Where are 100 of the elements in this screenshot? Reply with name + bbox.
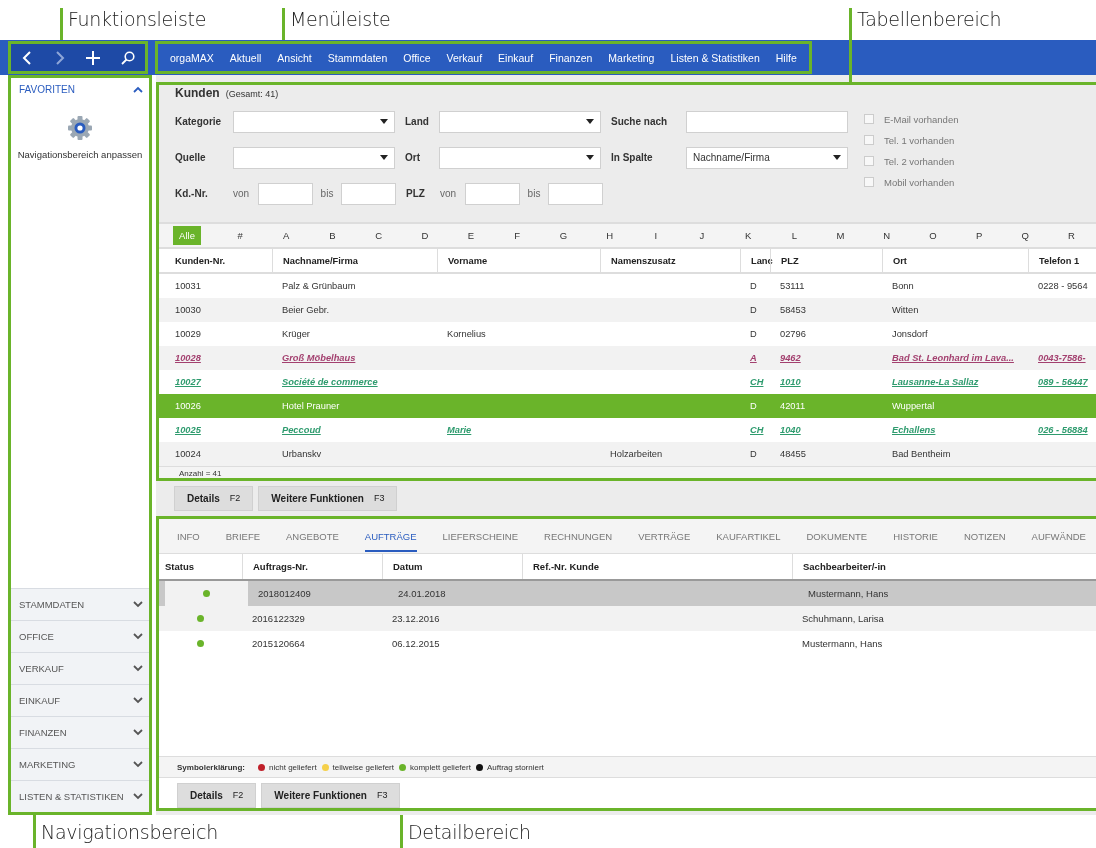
checkbox[interactable] <box>864 156 874 167</box>
sidebar-section-header[interactable]: MARKETING <box>11 748 149 780</box>
input-field[interactable] <box>258 182 313 205</box>
menu-item[interactable]: Verkauf <box>438 51 491 64</box>
column-header[interactable]: Nachname/Firma <box>272 249 437 272</box>
menu-item[interactable]: Ansicht <box>269 51 320 64</box>
letter-filter-tab[interactable]: D <box>401 230 448 242</box>
table-cell: 06.12.2015 <box>392 638 440 649</box>
row-count: Anzahl = 41 <box>159 466 1096 478</box>
menu-item[interactable]: Marketing <box>600 51 663 64</box>
letter-filter-tab[interactable]: Q <box>1002 230 1049 242</box>
letter-filter-tab[interactable]: A <box>263 230 310 242</box>
column-header[interactable]: Ref.-Nr. Kunde <box>522 554 792 579</box>
table-row[interactable]: 10029 Krüger Kornelius D 02796 Jonsdorf <box>159 322 1096 346</box>
dropdown-field[interactable] <box>233 110 395 133</box>
letter-filter-tab[interactable]: P <box>956 230 1003 242</box>
sidebar-section-header[interactable]: VERKAUF <box>11 652 149 684</box>
table-row[interactable]: 10027 Société de commerce CH 1010 Lausanne-La Sallaz 089 - 56447 <box>159 370 1096 394</box>
table-row[interactable]: 2018012409 24.01.2018 Mustermann, Hans <box>159 581 1096 606</box>
customize-link[interactable]: Navigationsbereich anpassen <box>17 149 143 160</box>
letter-filter-tab[interactable]: M <box>817 230 864 242</box>
tab[interactable]: KAUFARTIKEL <box>716 520 781 552</box>
column-header[interactable]: Sachbearbeiter/-in <box>792 554 1096 579</box>
tab[interactable]: AUFTRÄGE <box>364 520 417 552</box>
tab[interactable]: BRIEFE <box>225 520 260 552</box>
column-header[interactable]: Vorname <box>437 249 600 272</box>
caret-icon <box>380 155 388 161</box>
menu-item[interactable]: Office <box>395 51 439 64</box>
letter-filter-tab[interactable]: O <box>909 230 956 242</box>
chevron-left-icon <box>21 50 34 65</box>
plus-icon <box>86 50 101 65</box>
letter-filter-tab[interactable]: R <box>1048 230 1095 242</box>
function-button[interactable]: Details F2 <box>174 486 254 511</box>
input-field[interactable] <box>465 182 520 205</box>
tab[interactable]: RECHNUNGEN <box>544 520 613 552</box>
column-header[interactable]: Datum <box>382 554 522 579</box>
sidebar-section-header[interactable]: OFFICE <box>11 620 149 652</box>
letter-filter-tab[interactable]: J <box>678 230 726 242</box>
letter-filter-tab[interactable]: B <box>309 230 356 242</box>
legend-label: komplett geliefert <box>410 762 471 772</box>
menu-item[interactable]: Aktuell <box>221 51 270 64</box>
letter-filter-tab[interactable]: L <box>771 230 818 242</box>
sidebar-section-header[interactable]: EINKAUF <box>11 684 149 716</box>
function-button[interactable]: Weitere Funktionen F3 <box>261 783 401 808</box>
function-button[interactable]: Details F2 <box>177 783 257 808</box>
tab[interactable]: AUFWÄNDE <box>1031 520 1086 552</box>
checkbox[interactable] <box>864 177 874 188</box>
dropdown-field[interactable] <box>439 146 601 169</box>
tab[interactable]: INFO <box>177 520 200 552</box>
letter-filter-tab[interactable]: G <box>540 230 587 242</box>
tab[interactable]: VERTRÄGE <box>638 520 691 552</box>
search-field[interactable] <box>686 110 848 133</box>
tab[interactable]: HISTORIE <box>893 520 938 552</box>
sidebar-section-header[interactable]: FINANZEN <box>11 716 149 748</box>
table-cell: CH <box>750 425 764 435</box>
letter-filter-tab[interactable]: K <box>725 230 772 242</box>
table-row[interactable]: 10028 Groß Möbelhaus A 9462 Bad St. Leonhard im Lava... 0043-7586- <box>159 346 1096 370</box>
column-header[interactable]: Ort <box>882 249 1028 272</box>
dropdown-field[interactable] <box>439 110 601 133</box>
tab[interactable]: DOKUMENTE <box>806 520 868 552</box>
letter-filter-tab[interactable]: N <box>863 230 910 242</box>
checkbox[interactable] <box>864 135 874 146</box>
sidebar-section-header[interactable]: STAMMDATEN <box>11 588 149 620</box>
caret-icon <box>586 155 594 161</box>
column-header[interactable]: Telefon 1 <box>1028 249 1096 272</box>
dropdown-field[interactable] <box>233 146 395 169</box>
function-button[interactable]: Weitere Funktionen F3 <box>258 486 398 511</box>
letter-filter-tab[interactable]: I <box>632 230 679 242</box>
menu-item[interactable]: orgaMAX <box>162 51 222 64</box>
column-header[interactable]: Status <box>159 554 242 579</box>
table-row[interactable]: 10031 Palz & Grünbaum D 53111 Bonn 0228 - 9564 <box>159 274 1096 298</box>
input-field[interactable] <box>341 182 396 205</box>
input-field[interactable] <box>548 182 603 205</box>
letter-filter-tab[interactable]: H <box>586 230 633 242</box>
column-header[interactable]: Auftrags-Nr. <box>242 554 382 579</box>
column-header[interactable]: Namenszusatz <box>600 249 740 272</box>
table-row[interactable]: 2016122329 23.12.2016 Schuhmann, Larisa <box>159 606 1096 631</box>
table-row[interactable]: 2015120664 06.12.2015 Mustermann, Hans <box>159 631 1096 656</box>
tab[interactable]: LIEFERSCHEINE <box>442 520 519 552</box>
letter-filter-tab[interactable]: # <box>217 230 264 242</box>
table-cell: 0043-7586- <box>1038 353 1086 363</box>
letter-filter-tab[interactable]: F <box>494 230 541 242</box>
sidebar-section-header[interactable]: FAVORITEN <box>11 78 149 101</box>
column-header[interactable]: Kunden-Nr. <box>175 249 272 272</box>
table-row[interactable]: 10025 Peccoud Marie CH 1040 Echallens 026 - 56884 <box>159 418 1096 442</box>
checkbox[interactable] <box>864 114 874 125</box>
letter-filter-tab[interactable]: C <box>355 230 402 242</box>
sidebar-section-header[interactable]: LISTEN & STATISTIKEN <box>11 780 149 812</box>
menu-item[interactable]: Hilfe <box>767 51 805 64</box>
menu-item[interactable]: Stammdaten <box>319 51 396 64</box>
table-row[interactable]: 10024 Urbanskv Holzarbeiten D 48455 Bad Bentheim <box>159 442 1096 466</box>
tab[interactable]: NOTIZEN <box>963 520 1006 552</box>
table-row[interactable]: 10030 Beier Gebr. D 58453 Witten <box>159 298 1096 322</box>
table-cell: Urbanskv <box>282 449 322 459</box>
dropdown-field[interactable]: Nachname/Firma <box>686 146 848 169</box>
letter-filter-tab[interactable]: E <box>447 230 495 242</box>
menu-item[interactable]: Einkauf <box>490 51 542 64</box>
menu-item[interactable]: Listen & Statistiken <box>662 51 768 64</box>
menu-item[interactable]: Finanzen <box>541 51 601 64</box>
tab[interactable]: ANGEBOTE <box>286 520 339 552</box>
